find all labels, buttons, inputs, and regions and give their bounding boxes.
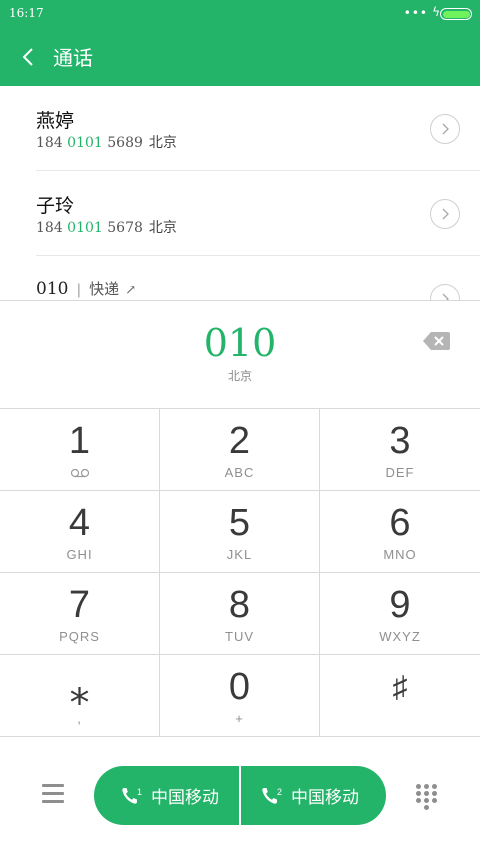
key-8[interactable]: 8 TUV: [160, 573, 320, 655]
status-time: 16:17: [9, 6, 44, 20]
phone-sim2-icon: 2: [261, 786, 283, 806]
separator: |: [76, 282, 82, 298]
key-hash[interactable]: ♯: [320, 655, 480, 737]
phone-sim1-icon: 1: [121, 786, 143, 806]
key-letters: +: [235, 711, 244, 726]
contact-name: 子玲: [36, 195, 75, 217]
contact-detail-button[interactable]: [430, 199, 460, 229]
contact-detail-button[interactable]: [430, 284, 460, 300]
key-digit: 6: [389, 502, 411, 544]
contact-number: 184 0101 5689 北京: [36, 135, 177, 151]
chevron-right-icon: [442, 293, 449, 300]
key-digit: ⁎: [69, 669, 90, 713]
key-9[interactable]: 9 WXYZ: [320, 573, 480, 655]
call-button-group: 1 中国移动 2 中国移动: [94, 766, 386, 825]
call-sim1-button[interactable]: 1 中国移动: [94, 766, 240, 825]
app-header: 通话: [0, 28, 480, 86]
key-digit: 8: [228, 584, 251, 626]
key-2[interactable]: 2 ABC: [160, 409, 320, 491]
carrier-label: 中国移动: [291, 788, 359, 808]
key-letters: GHI: [66, 547, 93, 562]
backspace-icon: [423, 332, 450, 350]
key-0[interactable]: 0 +: [160, 655, 320, 737]
number-match: 0101: [67, 220, 103, 236]
number-match: 0101: [67, 135, 103, 151]
key-4[interactable]: 4 GHI: [0, 491, 160, 573]
charging-icon: ϟ: [432, 5, 440, 19]
key-letters: DEF: [385, 465, 415, 480]
key-letters: ABC: [224, 465, 255, 480]
contact-location: 北京: [148, 220, 177, 236]
dialer-app: 16:17 ••• ϟ 通话 燕婷 184 0101 5689 北京 子玲 184…: [0, 0, 480, 853]
contact-detail-button[interactable]: [430, 114, 460, 144]
key-digit: 2: [228, 420, 251, 462]
key-5[interactable]: 5 JKL: [160, 491, 320, 573]
key-6[interactable]: 6 MNO: [320, 491, 480, 573]
contact-name: 燕婷: [36, 110, 75, 132]
key-digit: 4: [68, 502, 91, 544]
notification-dots-icon: •••: [403, 6, 428, 20]
key-letters: ,: [77, 711, 82, 726]
dialed-location: 北京: [227, 369, 252, 383]
chevron-right-icon: [442, 123, 449, 135]
number-tag: 快递: [89, 280, 120, 298]
dialed-number: 010: [203, 321, 277, 365]
key-star[interactable]: ⁎ ,: [0, 655, 160, 737]
call-sim2-button[interactable]: 2 中国移动: [240, 766, 386, 825]
key-letters: JKL: [226, 547, 253, 562]
backspace-button[interactable]: [423, 332, 450, 350]
key-letters: TUV: [225, 629, 254, 644]
battery-icon: [440, 8, 472, 20]
contact-number: 010 | 快递 ↗: [36, 279, 137, 299]
carrier-label: 中国移动: [151, 788, 219, 808]
key-letters: PQRS: [59, 629, 100, 644]
contact-item[interactable]: 燕婷 184 0101 5689 北京: [0, 86, 480, 171]
back-button[interactable]: [10, 39, 46, 75]
dialpad-toggle-button[interactable]: [414, 782, 440, 812]
svg-text:2: 2: [277, 787, 282, 797]
voicemail-icon: [70, 468, 90, 478]
contact-item[interactable]: 子玲 184 0101 5678 北京: [0, 171, 480, 256]
key-letters: WXYZ: [379, 629, 421, 644]
dial-display: 010 北京: [0, 301, 480, 408]
key-digit: 7: [68, 584, 91, 626]
key-digit: 5: [228, 502, 251, 544]
key-letters: MNO: [383, 547, 417, 562]
contact-number: 184 0101 5678 北京: [36, 220, 177, 236]
status-bar: 16:17 ••• ϟ: [0, 0, 480, 28]
key-digit: 3: [389, 420, 411, 462]
svg-text:1: 1: [137, 787, 142, 797]
menu-button[interactable]: [38, 781, 68, 809]
contact-location: 北京: [148, 135, 177, 151]
bottom-action-bar: 1 中国移动 2 中国移动: [0, 738, 480, 853]
chevron-right-icon: [442, 208, 449, 220]
page-title: 通话: [53, 46, 93, 70]
key-7[interactable]: 7 PQRS: [0, 573, 160, 655]
key-digit: ♯: [392, 671, 408, 704]
key-digit: 1: [68, 420, 91, 462]
key-digit: 0: [228, 666, 251, 708]
contact-suggestion-list: 燕婷 184 0101 5689 北京 子玲 184 0101 5678 北京 01…: [0, 86, 480, 300]
key-1[interactable]: 1: [0, 409, 160, 491]
contact-item[interactable]: 010 | 快递 ↗: [0, 256, 480, 300]
key-digit: 9: [389, 584, 411, 626]
dialpad: 1 2 ABC 3 DEF 4 GHI 5 JKL 6 MNO 7 PQRS 8…: [0, 408, 480, 738]
back-arrow-icon: [22, 48, 33, 66]
key-3[interactable]: 3 DEF: [320, 409, 480, 491]
tag-arrow-icon: ↗: [125, 283, 137, 298]
